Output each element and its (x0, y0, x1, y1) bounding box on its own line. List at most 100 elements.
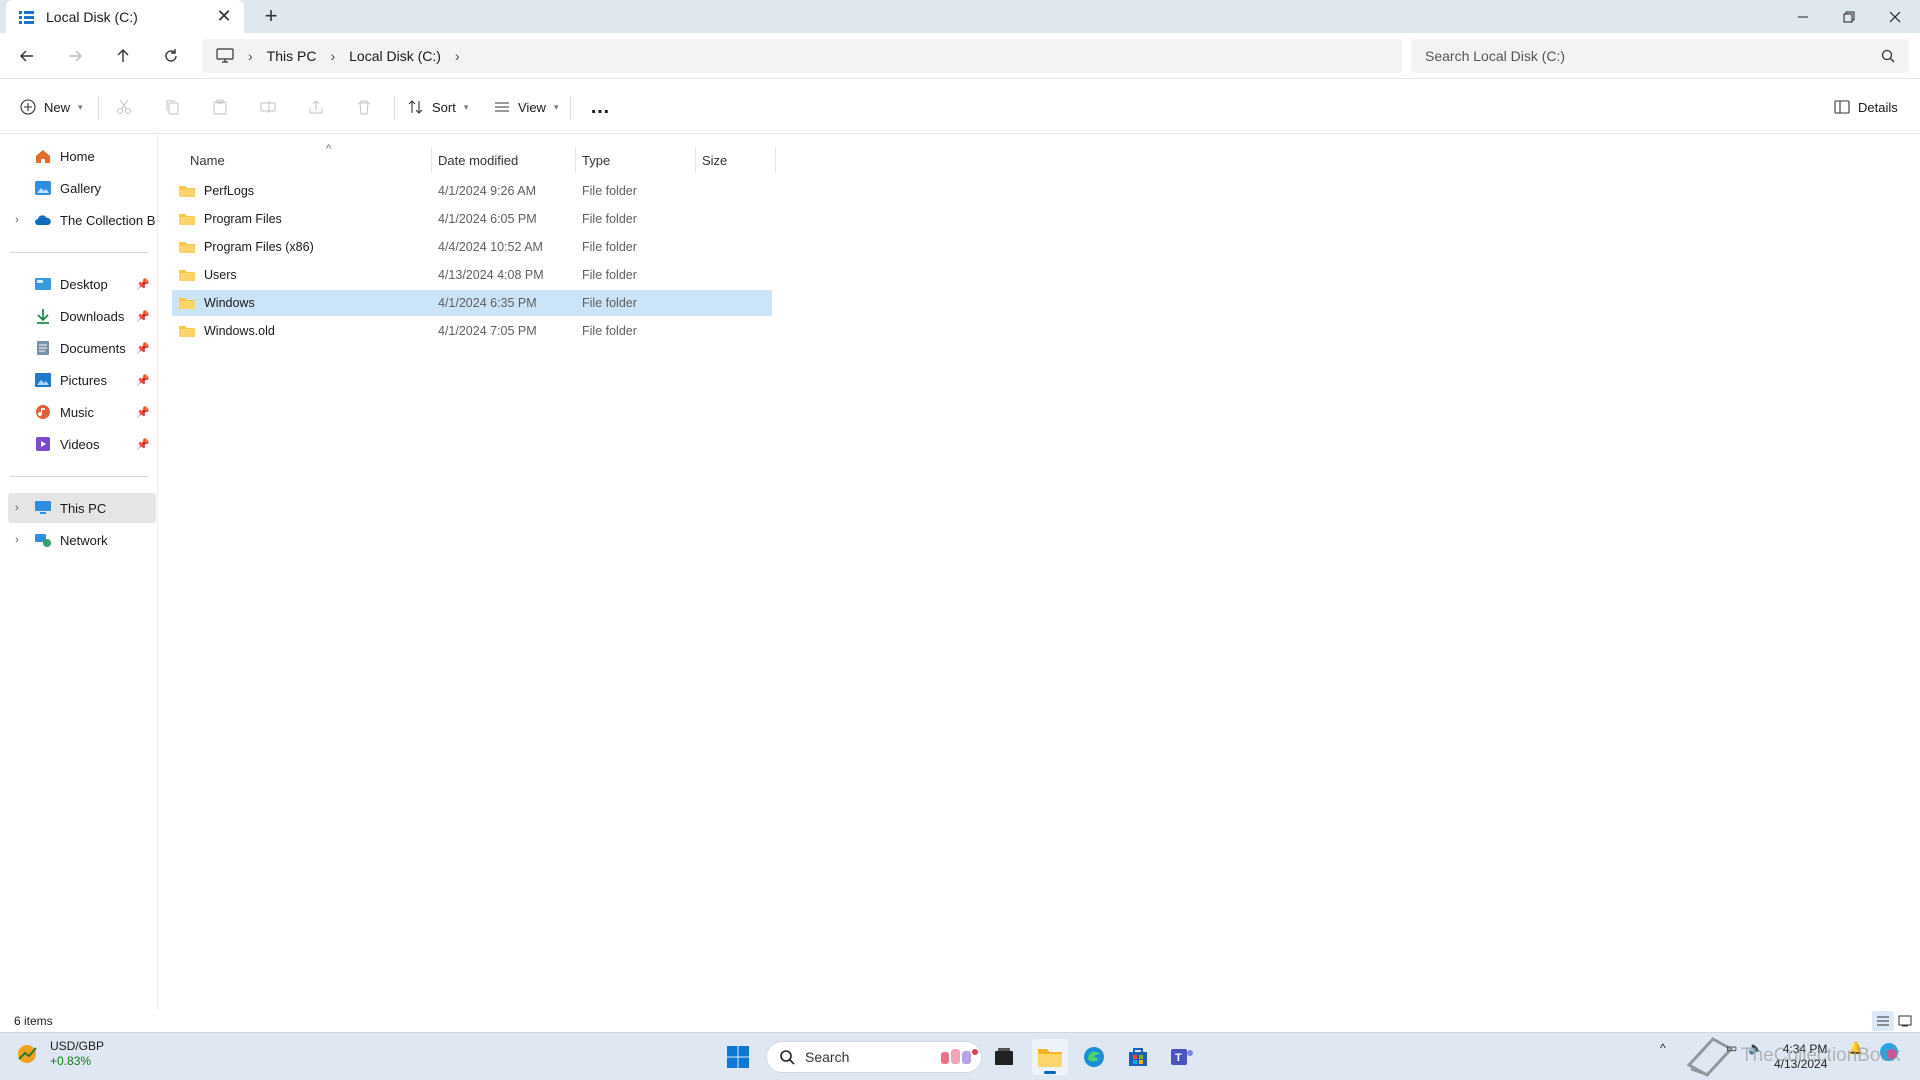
sidebar-item-documents[interactable]: Documents 📌 (8, 333, 156, 363)
cut-button[interactable] (116, 93, 140, 121)
rename-button[interactable] (260, 93, 284, 121)
show-hidden-icons-button[interactable]: ^ (1660, 1041, 1666, 1055)
minimize-icon (1798, 16, 1808, 17)
widget-change: +0.83% (50, 1054, 92, 1068)
file-type: File folder (582, 240, 637, 254)
sidebar-item-pictures[interactable]: Pictures 📌 (8, 365, 156, 395)
folder-icon (179, 270, 195, 281)
breadcrumb-this-pc[interactable]: This PC (267, 48, 317, 64)
table-row[interactable]: Program Files 4/1/2024 6:05 PM File fold… (172, 206, 772, 232)
folder-icon (179, 298, 195, 309)
watermark-logo: TheCollectionBook (1685, 1035, 1900, 1077)
search-input[interactable]: Search Local Disk (C:) (1411, 39, 1909, 73)
large-icons-view-button[interactable] (1894, 1011, 1916, 1031)
file-name: Users (204, 268, 237, 282)
pin-icon[interactable]: 📌 (136, 406, 150, 419)
table-row[interactable]: PerfLogs 4/1/2024 9:26 AM File folder (172, 178, 772, 204)
task-view-button[interactable] (986, 1039, 1022, 1075)
close-window-button[interactable] (1872, 0, 1918, 33)
tab-local-disk[interactable]: Local Disk (C:) ✕ (6, 0, 244, 33)
pin-icon[interactable]: 📌 (136, 310, 150, 323)
windows-logo-icon (727, 1046, 749, 1068)
minimize-button[interactable] (1780, 0, 1826, 33)
file-date: 4/1/2024 6:05 PM (438, 212, 537, 226)
details-pane-button[interactable]: Details (1834, 93, 1898, 121)
breadcrumb[interactable]: › This PC › Local Disk (C:) › (202, 39, 1402, 73)
sidebar-item-label: Network (60, 532, 108, 548)
sidebar-item-network[interactable]: › Network (8, 525, 156, 555)
up-arrow-icon (117, 49, 129, 62)
file-date: 4/4/2024 10:52 AM (438, 240, 543, 254)
file-date: 4/1/2024 7:05 PM (438, 324, 537, 338)
sidebar-item-downloads[interactable]: Downloads 📌 (8, 301, 156, 331)
details-view-button[interactable] (1872, 1011, 1894, 1031)
column-header-date[interactable]: Date modified (432, 147, 576, 173)
new-button[interactable]: New ▾ (20, 93, 83, 121)
view-label: View (518, 99, 546, 115)
sidebar-item-label: Home (60, 148, 95, 164)
store-button[interactable] (1120, 1039, 1156, 1075)
pin-icon[interactable]: 📌 (136, 374, 150, 387)
column-header-size[interactable]: Size (696, 147, 776, 173)
restore-button[interactable] (1826, 0, 1872, 33)
chevron-right-icon[interactable]: › (330, 48, 335, 64)
close-tab-icon[interactable]: ✕ (214, 6, 234, 27)
chevron-right-icon[interactable]: › (455, 48, 460, 64)
file-name: Program Files (x86) (204, 240, 314, 254)
table-row[interactable]: Program Files (x86) 4/4/2024 10:52 AM Fi… (172, 234, 772, 260)
pin-icon[interactable]: 📌 (136, 278, 150, 291)
teams-button[interactable]: T (1164, 1039, 1200, 1075)
chevron-right-icon[interactable]: › (8, 214, 26, 226)
sidebar-item-videos[interactable]: Videos 📌 (8, 429, 156, 459)
sort-ascending-icon: ^ (326, 143, 332, 155)
breadcrumb-local-disk[interactable]: Local Disk (C:) (349, 48, 441, 64)
this-pc-breadcrumb-icon (216, 48, 234, 63)
file-explorer-taskbar-button[interactable] (1032, 1039, 1068, 1075)
edge-button[interactable] (1076, 1039, 1112, 1075)
chevron-right-icon[interactable]: › (8, 534, 26, 546)
sidebar-item-this-pc[interactable]: › This PC (8, 493, 156, 523)
back-button[interactable] (14, 43, 40, 69)
table-row[interactable]: Users 4/13/2024 4:08 PM File folder (172, 262, 772, 288)
gallery-icon (35, 181, 51, 195)
forward-button[interactable] (62, 43, 88, 69)
column-header-type[interactable]: Type (576, 147, 696, 173)
file-name: Program Files (204, 212, 282, 226)
taskbar-search-label: Search (805, 1049, 850, 1065)
book-logo-icon (1686, 1037, 1734, 1077)
chevron-right-icon[interactable]: › (248, 48, 253, 64)
folder-icon (179, 326, 195, 337)
refresh-button[interactable] (158, 43, 184, 69)
sidebar-item-desktop[interactable]: Desktop 📌 (8, 269, 156, 299)
new-tab-button[interactable]: + (258, 5, 284, 27)
up-button[interactable] (110, 43, 136, 69)
table-row[interactable]: Windows.old 4/1/2024 7:05 PM File folder (172, 318, 772, 344)
sidebar-item-label: This PC (60, 500, 107, 516)
more-options-button[interactable]: … (590, 93, 610, 121)
table-row[interactable]: Windows 4/1/2024 6:35 PM File folder (172, 290, 772, 316)
sidebar-item-music[interactable]: Music 📌 (8, 397, 156, 427)
chevron-right-icon[interactable]: › (8, 502, 26, 514)
view-button[interactable]: View ▾ (494, 93, 558, 121)
details-view-icon (1877, 1016, 1889, 1026)
file-type: File folder (582, 184, 637, 198)
downloads-icon (37, 309, 49, 324)
column-header-name[interactable]: Name ^ (184, 143, 432, 173)
sidebar-item-home[interactable]: Home (8, 141, 156, 171)
share-button[interactable] (308, 93, 332, 121)
column-header-label: Date modified (438, 152, 519, 168)
sort-button[interactable]: Sort ▾ (408, 93, 468, 121)
copy-button[interactable] (164, 93, 188, 121)
sidebar-item-onedrive[interactable]: › The Collection Boo (8, 205, 156, 235)
weather-stock-widget[interactable]: USD/GBP +0.83% (14, 1039, 104, 1069)
pin-icon[interactable]: 📌 (136, 342, 150, 355)
taskbar-search[interactable]: Search (766, 1041, 982, 1073)
delete-button[interactable] (356, 93, 380, 121)
file-name: Windows (204, 296, 255, 310)
pin-icon[interactable]: 📌 (136, 438, 150, 451)
paste-button[interactable] (212, 93, 236, 121)
file-date: 4/13/2024 4:08 PM (438, 268, 544, 282)
file-date: 4/1/2024 9:26 AM (438, 184, 536, 198)
sidebar-item-gallery[interactable]: Gallery (8, 173, 156, 203)
start-button[interactable] (720, 1039, 756, 1075)
